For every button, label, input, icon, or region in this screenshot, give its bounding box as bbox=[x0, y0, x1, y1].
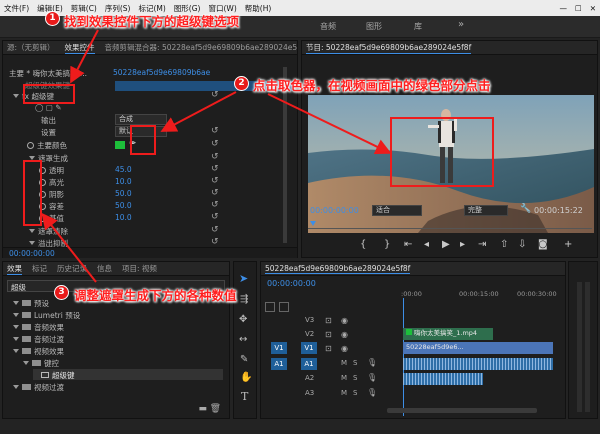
arrow-3 bbox=[41, 212, 97, 283]
arrow-2a bbox=[160, 91, 237, 132]
arrow-1 bbox=[70, 29, 99, 84]
annotation-arrows bbox=[41, 29, 392, 283]
arrow-2b bbox=[267, 93, 392, 154]
